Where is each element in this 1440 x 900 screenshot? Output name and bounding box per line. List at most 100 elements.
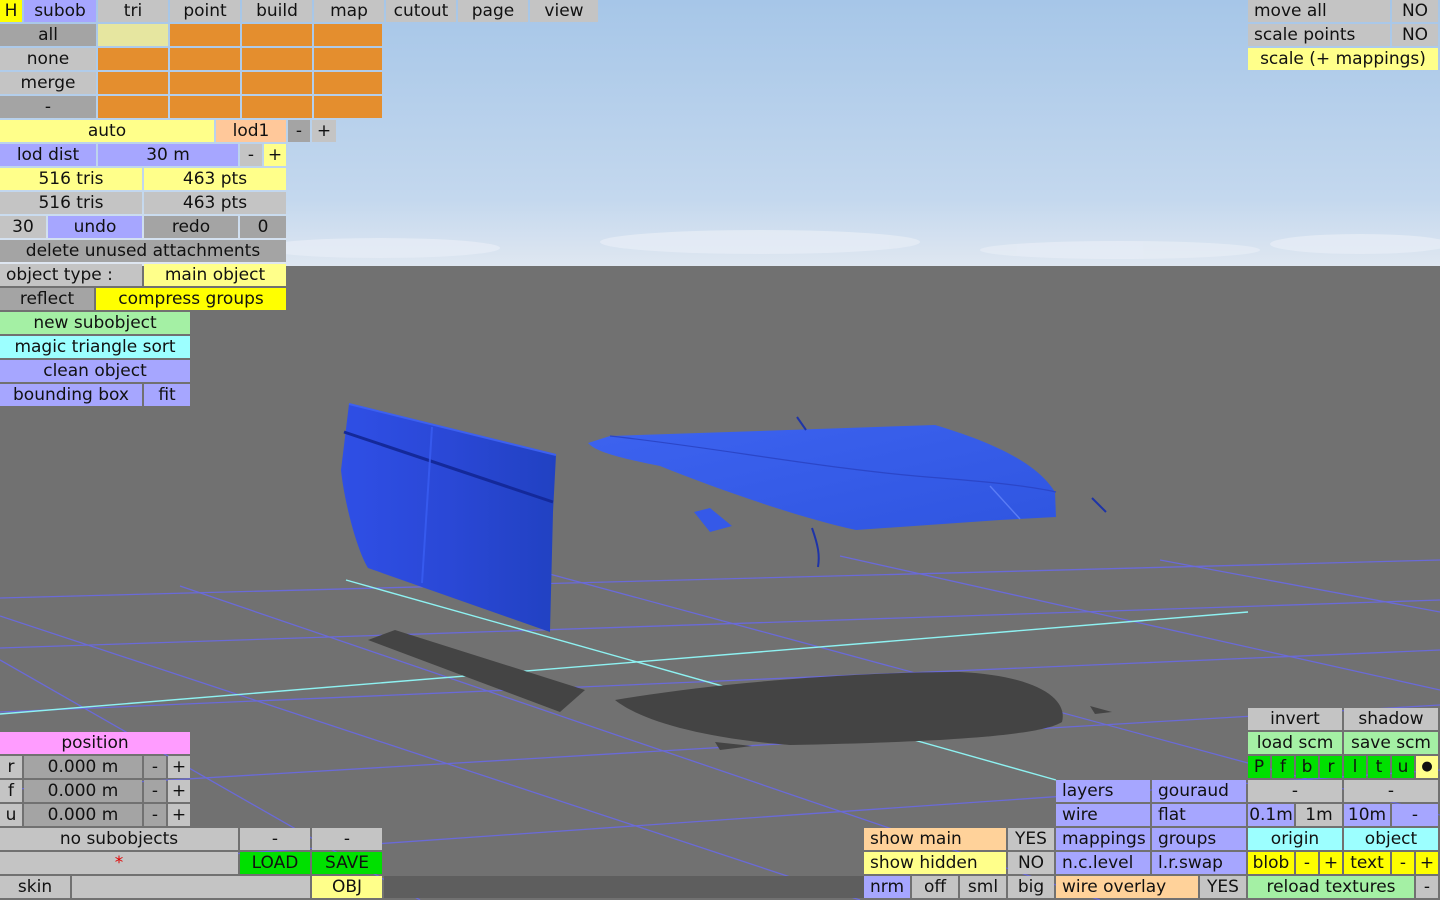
blob-plus-button[interactable]: + — [1320, 852, 1342, 874]
reload-textures-button[interactable]: reload textures — [1248, 876, 1414, 898]
lod-dist-plus-button[interactable]: + — [264, 144, 286, 166]
wire-overlay-value[interactable]: YES — [1200, 876, 1246, 898]
wire-button[interactable]: wire — [1056, 804, 1150, 826]
show-hidden-button[interactable]: show hidden — [864, 852, 1006, 874]
filename-field[interactable]: * — [0, 852, 238, 874]
undo-button[interactable]: undo — [48, 216, 142, 238]
tab-page[interactable]: page — [458, 0, 528, 22]
tab-view[interactable]: view — [530, 0, 598, 22]
skin-field[interactable] — [72, 876, 310, 898]
lod-auto-button[interactable]: auto — [0, 120, 214, 142]
tab-tri[interactable]: tri — [98, 0, 168, 22]
save-button[interactable]: SAVE — [312, 852, 382, 874]
subobject-slot[interactable] — [242, 24, 312, 46]
view-p-button[interactable]: P — [1248, 756, 1270, 778]
load-scm-button[interactable]: load scm — [1248, 732, 1342, 754]
subobject-slot[interactable] — [314, 72, 382, 94]
view-l-button[interactable]: l — [1344, 756, 1366, 778]
wire-overlay-button[interactable]: wire overlay — [1056, 876, 1198, 898]
nc-level-button[interactable]: n.c.level — [1056, 852, 1150, 874]
tab-cutout[interactable]: cutout — [386, 0, 456, 22]
scale-points-value[interactable]: NO — [1392, 24, 1438, 46]
origin-button[interactable]: origin — [1248, 828, 1342, 850]
text-plus-button[interactable]: + — [1416, 852, 1438, 874]
subobjects-dash-button-2[interactable]: - — [312, 828, 382, 850]
position-f-minus-button[interactable]: - — [144, 780, 166, 802]
reload-textures-minus-button[interactable]: - — [1416, 876, 1438, 898]
nrm-button[interactable]: nrm — [864, 876, 910, 898]
tab-build[interactable]: build — [242, 0, 312, 22]
position-u-plus-button[interactable]: + — [168, 804, 190, 826]
dash-button-2[interactable]: - — [1344, 780, 1438, 802]
select-dash-button[interactable]: - — [0, 96, 96, 118]
move-all-value[interactable]: NO — [1392, 0, 1438, 22]
shadow-button[interactable]: shadow — [1344, 708, 1438, 730]
delete-unused-attachments-button[interactable]: delete unused attachments — [0, 240, 286, 262]
position-value-u[interactable]: 0.000 m — [24, 804, 142, 826]
groups-button[interactable]: groups — [1152, 828, 1246, 850]
subobject-slot[interactable] — [314, 96, 382, 118]
dot-icon[interactable]: ● — [1416, 756, 1438, 778]
subobject-slot[interactable] — [98, 24, 168, 46]
bounding-box-button[interactable]: bounding box — [0, 384, 142, 406]
select-none-button[interactable]: none — [0, 48, 96, 70]
subobject-slot[interactable] — [242, 96, 312, 118]
merge-button[interactable]: merge — [0, 72, 96, 94]
flat-button[interactable]: flat — [1152, 804, 1246, 826]
grid-dash-button[interactable]: - — [1392, 804, 1438, 826]
layers-button[interactable]: layers — [1056, 780, 1150, 802]
lr-swap-button[interactable]: l.r.swap — [1152, 852, 1246, 874]
position-f-plus-button[interactable]: + — [168, 780, 190, 802]
grid-10m-button[interactable]: 10m — [1344, 804, 1390, 826]
view-t-button[interactable]: t — [1368, 756, 1390, 778]
redo-button[interactable]: redo — [144, 216, 238, 238]
position-value-r[interactable]: 0.000 m — [24, 756, 142, 778]
scale-mappings-button[interactable]: scale (+ mappings) — [1248, 48, 1438, 70]
text-minus-button[interactable]: - — [1392, 852, 1414, 874]
obj-button[interactable]: OBJ — [312, 876, 382, 898]
subobject-slot[interactable] — [170, 72, 240, 94]
compress-groups-button[interactable]: compress groups — [96, 288, 286, 310]
lod-plus-button[interactable]: + — [312, 120, 336, 142]
scale-points-button[interactable]: scale points — [1248, 24, 1390, 46]
blob-minus-button[interactable]: - — [1296, 852, 1318, 874]
dash-button[interactable]: - — [1248, 780, 1342, 802]
view-r-button[interactable]: r — [1320, 756, 1342, 778]
subobject-slot[interactable] — [170, 96, 240, 118]
move-all-button[interactable]: move all — [1248, 0, 1390, 22]
view-b-button[interactable]: b — [1296, 756, 1318, 778]
subobject-slot[interactable] — [170, 24, 240, 46]
lod-dist-minus-button[interactable]: - — [240, 144, 262, 166]
position-r-plus-button[interactable]: + — [168, 756, 190, 778]
show-main-value[interactable]: YES — [1008, 828, 1054, 850]
reflect-button[interactable]: reflect — [0, 288, 94, 310]
mappings-button[interactable]: mappings — [1056, 828, 1150, 850]
subobject-slot[interactable] — [242, 48, 312, 70]
subobject-slot[interactable] — [98, 96, 168, 118]
subobject-slot[interactable] — [314, 48, 382, 70]
position-u-minus-button[interactable]: - — [144, 804, 166, 826]
blob-button[interactable]: blob — [1248, 852, 1294, 874]
text-button[interactable]: text — [1344, 852, 1390, 874]
lod-minus-button[interactable]: - — [288, 120, 310, 142]
view-u-button[interactable]: u — [1392, 756, 1414, 778]
clean-object-button[interactable]: clean object — [0, 360, 190, 382]
sml-button[interactable]: sml — [960, 876, 1006, 898]
subobject-slot[interactable] — [242, 72, 312, 94]
bounding-box-fit-button[interactable]: fit — [144, 384, 190, 406]
skin-button[interactable]: skin — [0, 876, 70, 898]
view-f-button[interactable]: f — [1272, 756, 1294, 778]
menu-h[interactable]: H — [0, 0, 22, 22]
big-button[interactable]: big — [1008, 876, 1054, 898]
save-scm-button[interactable]: save scm — [1344, 732, 1438, 754]
show-main-button[interactable]: show main — [864, 828, 1006, 850]
invert-button[interactable]: invert — [1248, 708, 1342, 730]
subobject-slot[interactable] — [98, 72, 168, 94]
position-r-minus-button[interactable]: - — [144, 756, 166, 778]
position-value-f[interactable]: 0.000 m — [24, 780, 142, 802]
show-hidden-value[interactable]: NO — [1008, 852, 1054, 874]
gouraud-button[interactable]: gouraud — [1152, 780, 1246, 802]
magic-triangle-sort-button[interactable]: magic triangle sort — [0, 336, 190, 358]
object-type-value[interactable]: main object — [144, 264, 286, 286]
subobjects-dash-button[interactable]: - — [240, 828, 310, 850]
